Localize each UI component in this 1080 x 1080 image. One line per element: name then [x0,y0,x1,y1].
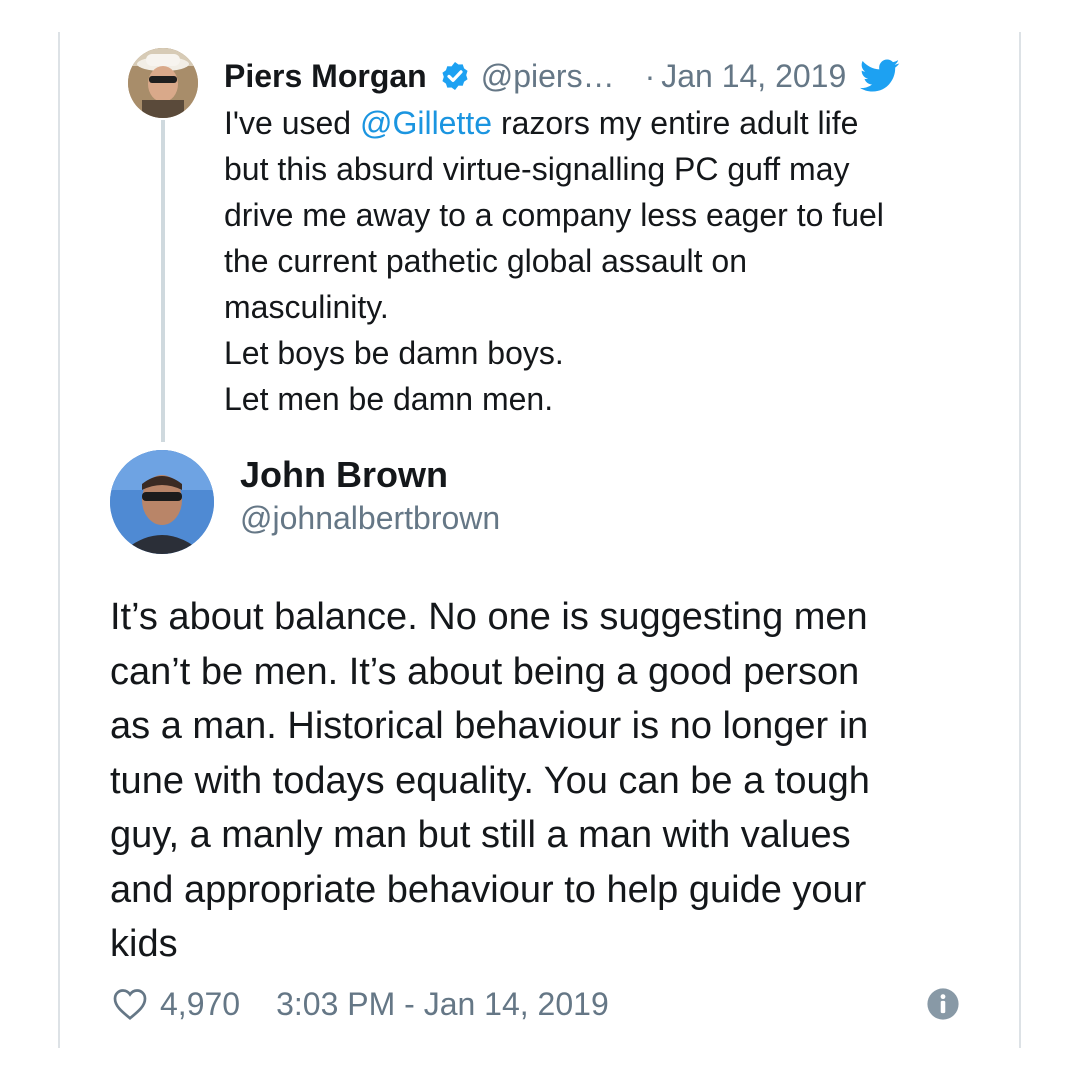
heart-icon[interactable] [112,987,148,1021]
parent-tweet-line: drive me away to a company less eager to… [224,197,884,233]
parent-tweet-line: Let men be damn men. [224,381,554,417]
verified-badge-icon [442,62,468,90]
reply-author-name[interactable]: John Brown [240,454,448,496]
left-border [58,32,60,1048]
reply-tweet-line: and appropriate behaviour to help guide … [110,868,867,911]
parent-tweet-text: I've used @Gillette razors my entire adu… [224,100,984,422]
parent-tweet-line: masculinity. [224,289,389,325]
parent-tweet-header: Piers Morgan @piers… · Jan 14, 2019 [224,54,984,98]
reply-tweet-line: It’s about balance. No one is suggesting… [110,596,868,638]
reply-tweet-line: as a man. Historical behaviour is no lon… [110,705,869,747]
parent-tweet-line: the current pathetic global assault on [224,243,747,279]
reply-tweet-line: can’t be men. It’s about being a good pe… [110,650,860,693]
reply-tweet-line: kids [110,923,178,965]
parent-tweet-line: but this absurd virtue-signalling PC guf… [224,151,850,187]
reply-tweet-timestamp[interactable]: 3:03 PM - Jan 14, 2019 [276,986,609,1023]
thread-connector-line [161,120,165,442]
reply-author-handle[interactable]: @johnalbertbrown [240,500,500,537]
separator-dot: · [644,57,656,94]
like-count[interactable]: 4,970 [160,986,240,1023]
parent-tweet-prefix: I've used [224,105,360,141]
parent-tweet-line: Let boys be damn boys. [224,335,564,371]
reply-tweet-text: It’s about balance. No one is suggesting… [110,590,970,972]
twitter-bird-icon[interactable] [860,59,900,93]
parent-author-name[interactable]: Piers Morgan [224,58,427,95]
reply-author-avatar[interactable] [110,450,214,554]
parent-tweet-line: I've used @Gillette razors my entire adu… [224,100,984,146]
gillette-mention-link[interactable]: @Gillette [360,105,492,141]
reply-tweet-line: guy, a manly man but still a man with va… [110,814,851,856]
parent-tweet-first-rest: razors my entire adult life [492,105,859,141]
reply-tweet-meta: 4,970 3:03 PM - Jan 14, 2019 [112,982,972,1026]
parent-avatar[interactable] [128,48,198,118]
parent-tweet-date[interactable]: Jan 14, 2019 [661,58,846,95]
reply-author: John Brown @johnalbertbrown [110,450,870,560]
info-icon[interactable] [926,987,960,1021]
right-border [1019,32,1021,1048]
parent-author-handle[interactable]: @piers… [481,58,615,95]
reply-tweet-line: tune with todays equality. You can be a … [110,759,870,802]
